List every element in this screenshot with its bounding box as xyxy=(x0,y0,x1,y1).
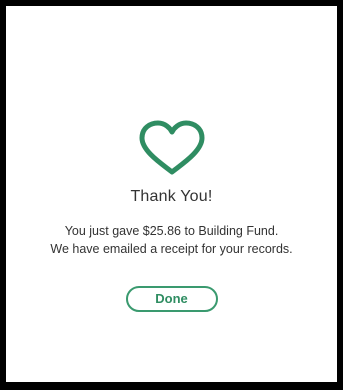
confirmation-content: Thank You! You just gave $25.86 to Build… xyxy=(8,118,335,312)
heart-icon xyxy=(132,118,212,178)
done-button[interactable]: Done xyxy=(125,286,218,312)
donation-summary-line: You just gave $25.86 to Building Fund. xyxy=(64,224,279,238)
receipt-notice-line: We have emailed a receipt for your recor… xyxy=(50,242,293,256)
confirmation-screen: Thank You! You just gave $25.86 to Build… xyxy=(6,6,337,382)
thank-you-title: Thank You! xyxy=(130,188,213,205)
confirmation-message: You just gave $25.86 to Building Fund. W… xyxy=(8,222,335,258)
